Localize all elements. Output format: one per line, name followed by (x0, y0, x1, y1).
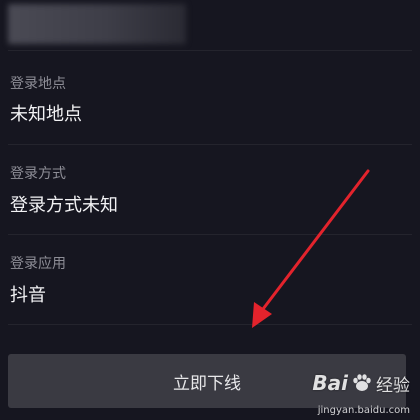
login-method-value: 登录方式未知 (10, 195, 118, 216)
login-location-label: 登录地点 (10, 76, 66, 92)
watermark-brand-suffix: 经验 (376, 375, 410, 396)
paw-icon (353, 374, 371, 391)
watermark-brand-prefix: Bai (312, 371, 348, 395)
divider (8, 144, 412, 145)
watermark-url: jingyan.baidu.com (317, 405, 410, 416)
blurred-device-name (8, 4, 186, 44)
divider (8, 324, 412, 325)
divider (8, 234, 412, 235)
baidu-jingyan-watermark: Bai 经验 jingyan.baidu.com (280, 368, 410, 416)
login-app-label: 登录应用 (10, 256, 66, 272)
login-method-label: 登录方式 (10, 166, 66, 182)
login-location-value: 未知地点 (10, 104, 82, 125)
divider (8, 50, 412, 51)
login-app-value: 抖音 (10, 285, 46, 306)
login-device-detail-screen: 登录地点 未知地点 登录方式 登录方式未知 登录应用 抖音 立即下线 Bai 经… (0, 0, 420, 420)
